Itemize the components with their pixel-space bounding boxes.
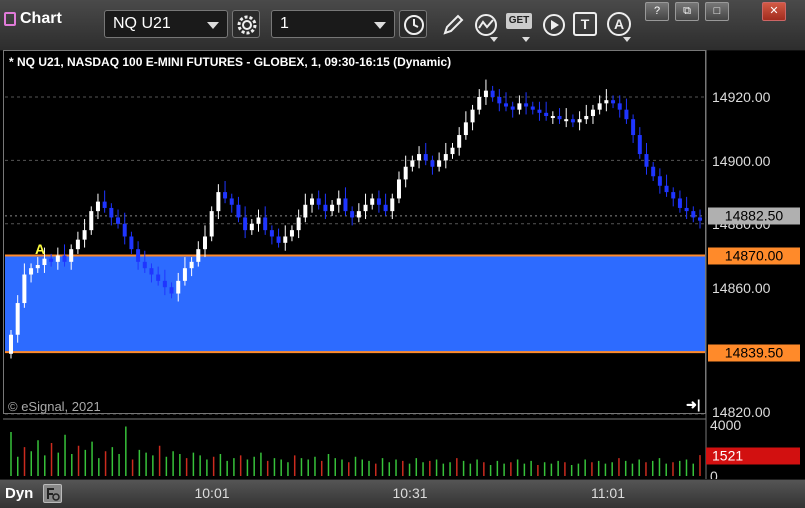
chart-pane-border — [3, 50, 706, 414]
last-volume-tag: 1521 — [706, 447, 800, 465]
copyright: © eSignal, 2021 — [8, 399, 101, 414]
last-price-tag: 14882.50 — [708, 207, 800, 225]
time-axis-label: 10:01 — [194, 485, 230, 501]
band-bottom-tag: 14839.50 — [708, 344, 800, 362]
time-axis-label: 11:01 — [591, 485, 625, 501]
price-axis-label: 14900.00 — [712, 153, 771, 169]
band-top-tag: 14870.00 — [708, 247, 800, 265]
volume-axis-label: 4000 — [710, 417, 742, 433]
fx-icon-glyph — [47, 488, 60, 501]
price-axis-label: 14920.00 — [712, 89, 771, 105]
dynamic-mode-label[interactable]: Dyn — [5, 485, 33, 502]
time-axis-label: 10:31 — [392, 485, 428, 501]
price-axis-label: 14860.00 — [712, 280, 771, 296]
alert-marker: A — [35, 241, 46, 257]
scroll-to-end-icon[interactable]: ➜| — [686, 397, 701, 413]
chart-title: * NQ U21, NASDAQ 100 E-MINI FUTURES - GL… — [9, 55, 452, 69]
fx-icon[interactable] — [43, 484, 62, 503]
